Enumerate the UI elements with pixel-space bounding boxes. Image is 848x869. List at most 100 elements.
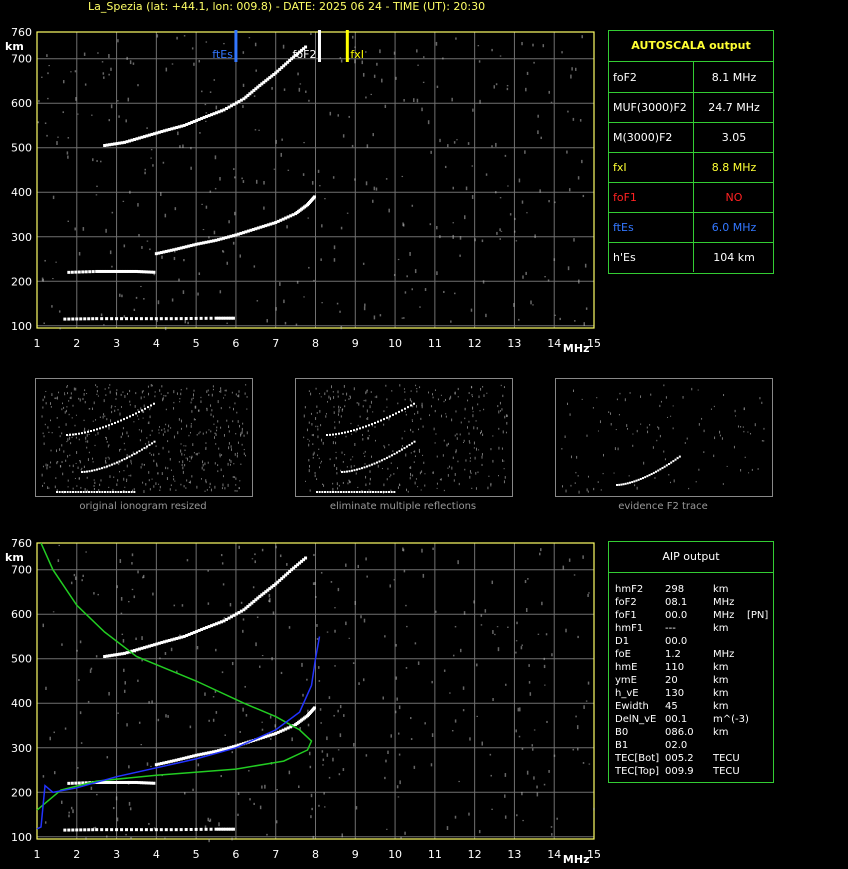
thumb-noise <box>418 428 420 431</box>
thumb-noise <box>96 386 98 388</box>
noise-dot <box>431 733 434 738</box>
thumb-trace <box>326 434 328 436</box>
aip-row-value: 005.2 <box>665 753 694 764</box>
noise-dot <box>432 547 434 550</box>
noise-dot <box>372 133 374 137</box>
thumb-trace <box>96 428 98 431</box>
noise-dot <box>151 700 153 704</box>
thumb-noise <box>220 389 222 393</box>
thumb-noise <box>391 390 393 392</box>
noise-dot <box>82 227 85 231</box>
thumb-trace <box>341 432 343 435</box>
thumb-noise <box>434 442 436 444</box>
thumb-noise <box>193 389 195 392</box>
thumb-noise <box>206 390 208 393</box>
trace-point <box>75 828 79 832</box>
autoscala-row: fxI 8.8 MHz <box>609 152 773 183</box>
noise-dot <box>482 280 485 284</box>
noise-dot <box>568 188 571 192</box>
thumb-noise <box>177 431 179 435</box>
noise-dot <box>334 629 336 633</box>
thumb-noise <box>55 397 57 400</box>
trace-point <box>184 828 188 832</box>
noise-dot <box>213 79 216 81</box>
thumb-noise <box>409 398 411 402</box>
noise-dot <box>70 581 73 585</box>
aip-row: hmF2 298 km <box>615 583 770 596</box>
noise-dot <box>138 233 140 237</box>
noise-dot <box>403 569 406 573</box>
trace-point <box>194 316 198 320</box>
thumb-noise <box>469 452 471 455</box>
noise-dot <box>399 780 401 785</box>
thumb-noise <box>67 438 69 442</box>
thumb-noise <box>319 409 321 413</box>
noise-dot <box>521 791 523 796</box>
thumb-noise <box>663 384 665 387</box>
noise-dot <box>120 596 123 601</box>
thumb-trace <box>128 455 131 458</box>
noise-dot <box>363 306 366 311</box>
noise-dot <box>485 173 488 176</box>
trace-point <box>125 317 129 321</box>
thumb-noise <box>370 400 372 404</box>
noise-dot <box>148 701 150 704</box>
thumb-trace <box>407 406 409 409</box>
thumb-noise <box>575 471 577 474</box>
noise-dot <box>587 593 589 597</box>
noise-dot <box>275 139 277 144</box>
noise-dot <box>252 586 255 589</box>
thumb-noise <box>442 454 444 457</box>
thumb-noise <box>143 404 145 408</box>
noise-dot <box>553 754 556 757</box>
trace-point <box>194 827 198 831</box>
thumb-noise <box>182 466 184 470</box>
thumb-noise <box>99 416 101 418</box>
thumb-noise <box>243 434 245 437</box>
thumb-noise <box>670 415 672 417</box>
thumb-trace <box>622 483 625 486</box>
noise-dot <box>500 230 503 232</box>
thumb-noise <box>564 435 566 439</box>
noise-dot <box>70 806 73 810</box>
thumb-trace <box>316 491 318 493</box>
noise-dot <box>146 762 149 766</box>
noise-dot <box>370 93 373 96</box>
noise-dot <box>89 669 92 673</box>
noise-dot <box>518 318 520 321</box>
noise-dot <box>541 601 543 606</box>
noise-dot <box>544 684 546 686</box>
thumb-noise <box>149 415 151 419</box>
noise-dot <box>491 580 494 585</box>
trace-point <box>231 316 235 320</box>
thumb-noise <box>153 459 155 463</box>
thumb-noise <box>443 439 445 442</box>
thumb-noise <box>42 432 44 435</box>
noise-dot <box>207 569 209 572</box>
thumb-noise <box>388 417 390 421</box>
noise-dot <box>176 36 178 40</box>
thumb-noise <box>79 398 81 402</box>
noise-dot <box>253 95 256 97</box>
thumb-noise <box>574 482 576 484</box>
thumb-trace <box>329 433 331 436</box>
noise-dot <box>288 626 291 629</box>
trace-point <box>154 317 158 321</box>
noise-dot <box>468 812 470 816</box>
trace-point <box>204 316 208 320</box>
thumb-trace <box>350 430 352 433</box>
thumb-noise <box>334 421 336 423</box>
thumb-noise <box>375 439 377 442</box>
thumb-noise <box>761 440 763 442</box>
thumb-noise <box>176 392 178 395</box>
thumb-noise <box>487 486 489 490</box>
noise-dot <box>452 222 455 224</box>
thumb-noise <box>420 489 422 491</box>
trace-point <box>71 317 75 321</box>
thumb-noise <box>108 426 110 430</box>
thumb-trace <box>69 433 71 436</box>
thumb-noise <box>216 429 218 432</box>
thumb-noise <box>421 402 423 406</box>
thumb-noise <box>200 400 202 403</box>
noise-dot <box>135 296 138 299</box>
